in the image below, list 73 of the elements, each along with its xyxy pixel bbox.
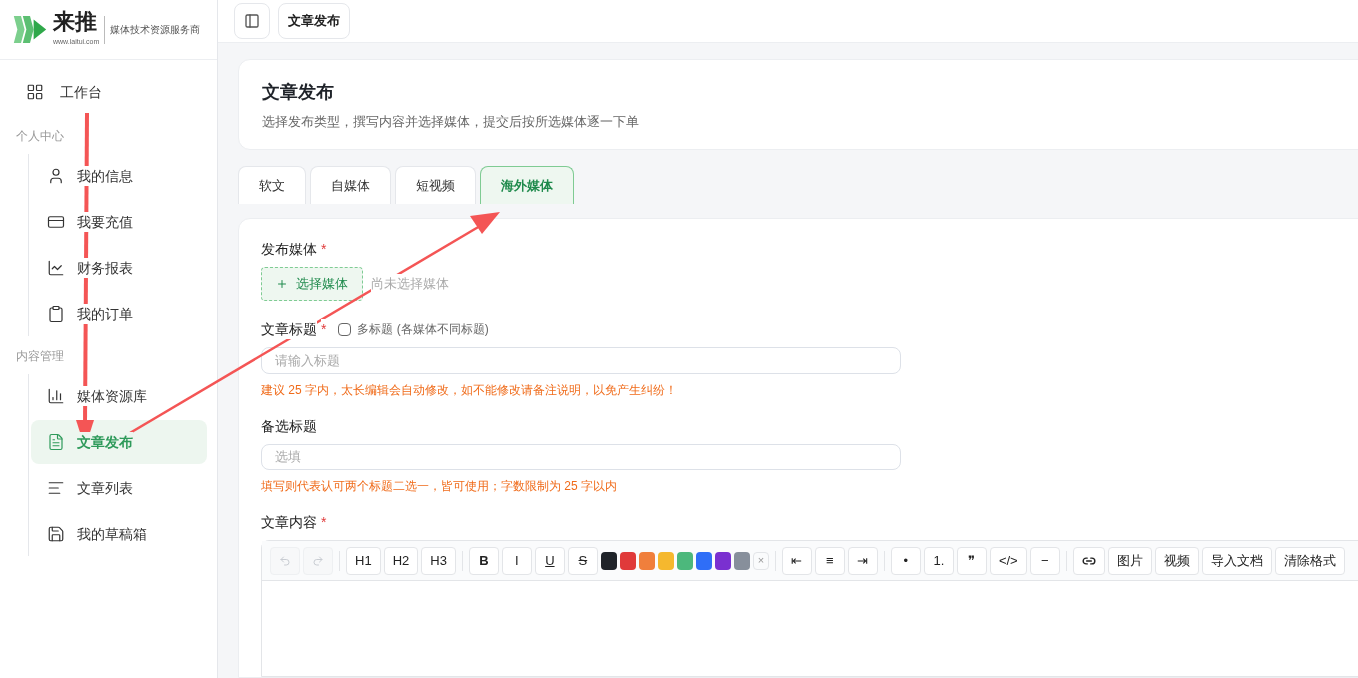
clipboard-icon xyxy=(47,305,65,323)
toolbar-button[interactable]: ⇥ xyxy=(847,546,878,575)
bar-chart-icon xyxy=(47,387,65,405)
toolbar-button[interactable]: S xyxy=(567,546,598,575)
sidebar-item[interactable]: 我的信息 xyxy=(31,154,207,198)
toolbar-button[interactable]: H1 xyxy=(346,546,381,575)
tab[interactable]: 短视频 xyxy=(395,166,476,204)
toolbar-button[interactable]: 视频 xyxy=(1154,546,1199,575)
undo-icon xyxy=(279,554,291,567)
toolbar-button[interactable]: 导入文档 xyxy=(1201,546,1272,575)
color-swatch[interactable] xyxy=(714,551,731,570)
color-swatch[interactable] xyxy=(638,551,655,570)
hint-text: 建议 25 字内，太长编辑会自动修改，如不能修改请备注说明，以免产生纠纷！ xyxy=(261,381,678,398)
media-status: 尚未选择媒体 xyxy=(371,274,449,294)
toolbar-button[interactable]: ≡ xyxy=(814,546,845,575)
sidebar-item[interactable]: 我的草稿箱 xyxy=(31,512,207,556)
color-swatch[interactable] xyxy=(676,551,693,570)
breadcrumb-tab[interactable]: 文章发布 xyxy=(278,3,350,39)
title-input[interactable]: 请输入标题 xyxy=(261,347,901,374)
color-swatch[interactable] xyxy=(733,551,750,570)
line-chart-icon xyxy=(47,259,65,277)
field-label: 发布媒体 xyxy=(261,239,317,259)
toolbar-button[interactable]: I xyxy=(501,546,532,575)
plus-icon xyxy=(276,278,288,290)
toolbar-button[interactable]: ❞ xyxy=(956,546,987,575)
logo-tagline: 媒体技术资源服务商 xyxy=(110,23,201,37)
tab[interactable]: 自媒体 xyxy=(310,166,391,204)
hint-text: 填写则代表认可两个标题二选一，皆可使用；字数限制为 25 字以内 xyxy=(261,478,618,495)
redo-icon xyxy=(312,554,324,567)
sidebar-item[interactable]: 财务报表 xyxy=(31,246,207,290)
sidebar-item[interactable]: 工作台 xyxy=(10,68,207,116)
field-label: 文章标题 xyxy=(261,319,317,339)
toolbar-button[interactable]: ⇤ xyxy=(781,546,812,575)
toolbar-button[interactable]: </> xyxy=(989,546,1027,575)
page-title: 文章发布 xyxy=(262,80,335,104)
toolbar-button[interactable]: B xyxy=(468,546,499,575)
save-icon xyxy=(47,525,65,543)
sidebar-item[interactable]: 媒体资源库 xyxy=(31,374,207,418)
logo-name: 来推 xyxy=(53,11,98,34)
checkbox[interactable] xyxy=(338,322,352,336)
toolbar-button[interactable]: 清除格式 xyxy=(1274,546,1345,575)
list-icon xyxy=(47,479,65,497)
link-button[interactable] xyxy=(1072,546,1105,575)
select-media-button[interactable]: 选择媒体 xyxy=(261,267,363,301)
grid-icon xyxy=(26,83,44,101)
sidebar-panel-icon xyxy=(244,13,260,29)
checkbox-label: 多标题 (各媒体不同标题) xyxy=(357,321,489,337)
sidebar-item[interactable]: 我的订单 xyxy=(31,292,207,336)
color-swatch[interactable] xyxy=(657,551,674,570)
color-swatch[interactable] xyxy=(619,551,636,570)
color-swatch[interactable] xyxy=(600,551,617,570)
person-icon xyxy=(47,167,65,185)
tab[interactable]: 软文 xyxy=(238,166,306,204)
toolbar-button[interactable]: 1. xyxy=(923,546,954,575)
sidebar-section-title: 内容管理 xyxy=(15,348,65,364)
sidebar-item[interactable]: 我要充值 xyxy=(31,200,207,244)
toolbar-button[interactable]: 图片 xyxy=(1107,546,1152,575)
color-swatch[interactable] xyxy=(695,551,712,570)
tab[interactable]: 海外媒体 xyxy=(480,166,574,204)
logo-icon xyxy=(12,14,48,45)
toolbar-button[interactable]: • xyxy=(890,546,921,575)
sidebar-item[interactable]: 文章列表 xyxy=(31,466,207,510)
alt-title-input[interactable]: 选填 xyxy=(261,443,901,471)
sidebar-toggle-button[interactable] xyxy=(234,3,270,39)
document-icon xyxy=(47,433,65,451)
toolbar-button[interactable]: H3 xyxy=(421,546,456,575)
toolbar-button[interactable]: U xyxy=(534,546,565,575)
editor[interactable]: H1 H2 H3 B I U S × ⇤ ≡ ⇥ • 1. ❞ </> − 图片 视频 导入文档 清除格式 xyxy=(261,540,1358,677)
toolbar-button[interactable]: − xyxy=(1029,546,1060,575)
card-icon xyxy=(47,213,65,231)
sidebar-section-title: 个人中心 xyxy=(15,128,65,144)
toolbar-button[interactable]: H2 xyxy=(383,546,419,575)
page-subtitle: 选择发布类型，撰写内容并选择媒体，提交后按所选媒体逐一下单 xyxy=(262,112,640,131)
